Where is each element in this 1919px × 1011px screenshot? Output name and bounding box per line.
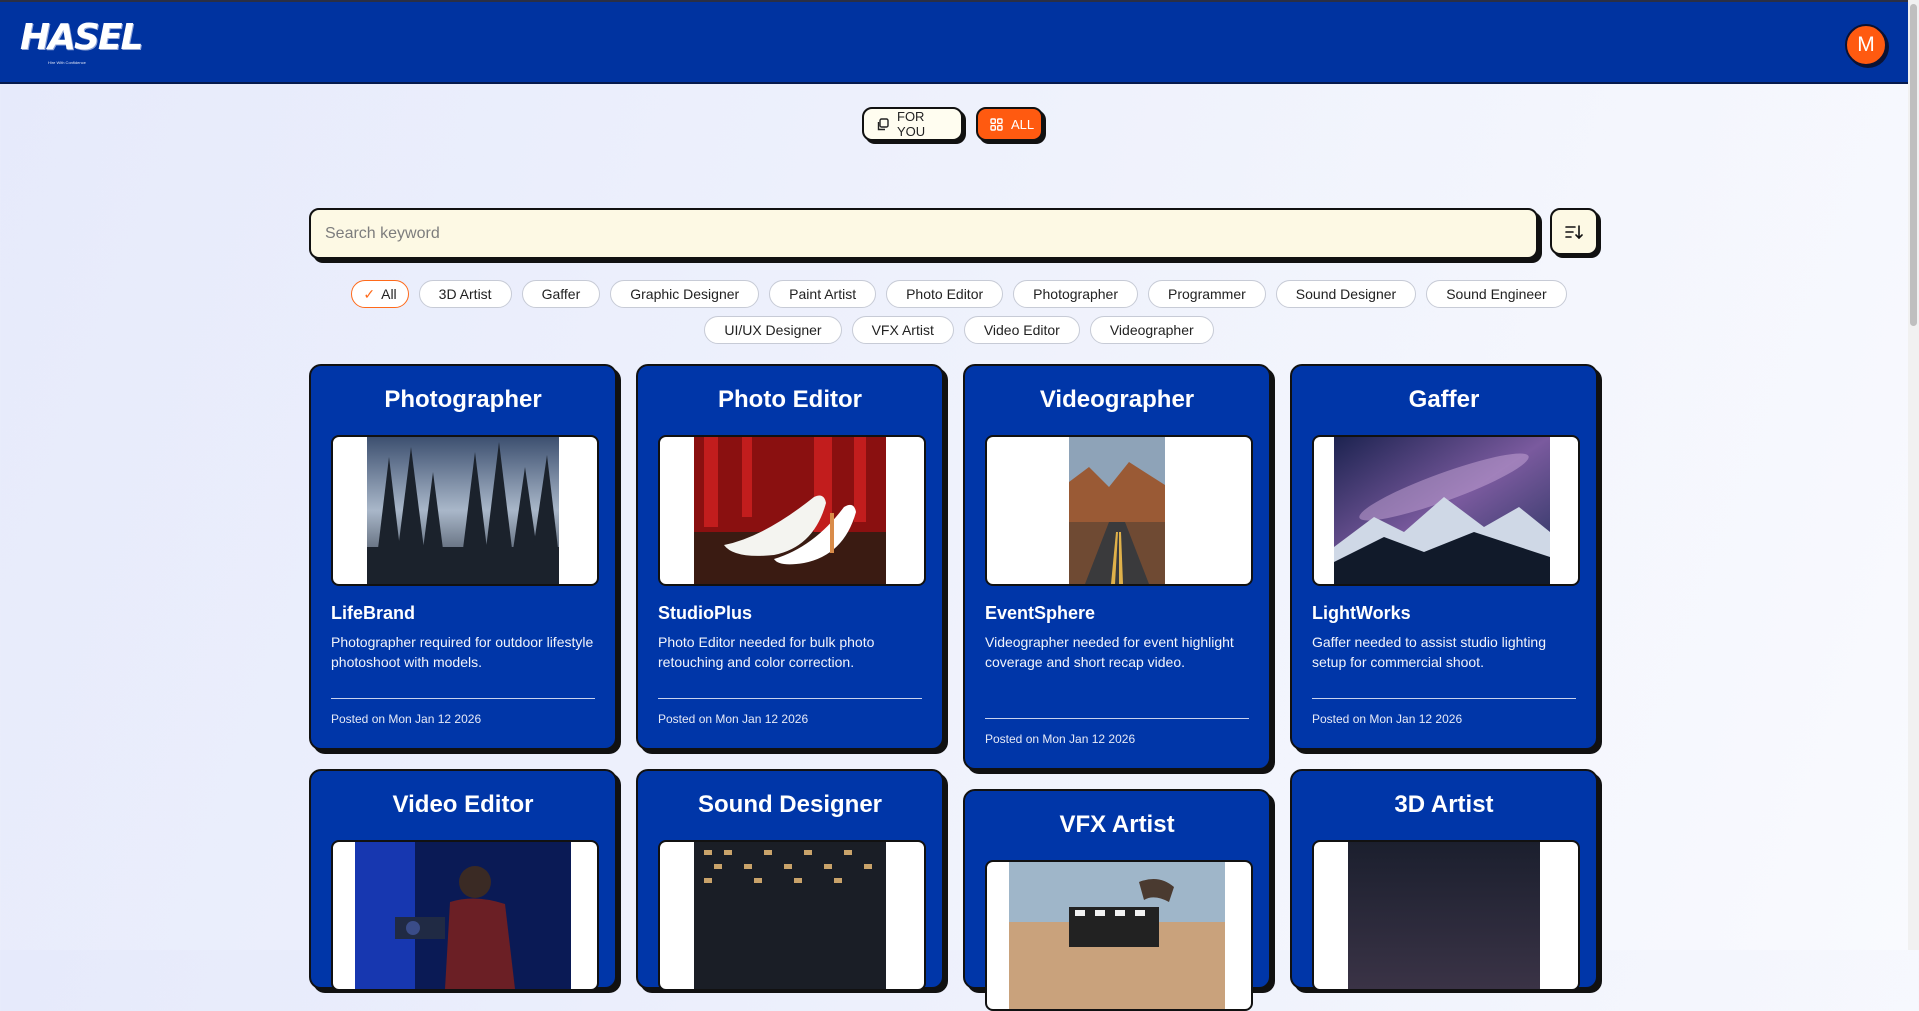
chip-gaffer[interactable]: Gaffer [521, 280, 601, 308]
job-role: 3D Artist [1394, 791, 1494, 818]
chip-paint-artist[interactable]: Paint Artist [769, 280, 877, 308]
job-role: Photo Editor [718, 386, 862, 413]
job-role: Sound Designer [697, 791, 883, 818]
job-card[interactable]: Photographer LifeBrand Photographer requ… [309, 364, 617, 750]
job-card[interactable]: Photo Editor StudioPlus Photo Editor nee… [636, 364, 944, 750]
company-name: LightWorks [1312, 603, 1411, 623]
chip-photographer[interactable]: Photographer [1013, 280, 1138, 308]
posted-date: Posted on Mon Jan 12 2026 [658, 712, 809, 726]
white-heels-photo [658, 435, 926, 586]
posted-date: Posted on Mon Jan 12 2026 [985, 732, 1136, 746]
all-label: ALL [1011, 116, 1035, 132]
chip-graphic-designer[interactable]: Graphic Designer [610, 280, 760, 308]
job-card[interactable]: Videographer EventSphere Videographer ne… [963, 364, 1271, 770]
chip-label: All [381, 286, 397, 302]
job-role: Videographer [1039, 386, 1195, 413]
night-sky-photo [1312, 840, 1580, 991]
desert-road-photo [985, 435, 1253, 586]
divider [985, 718, 1249, 719]
hasel-logo[interactable]: HASEL Hire With Confidence [20, 17, 143, 70]
forest-photo [331, 435, 599, 586]
job-card[interactable]: Video Editor [309, 769, 617, 991]
logo-tagline: Hire With Confidence [48, 60, 86, 65]
posted-date: Posted on Mon Jan 12 2026 [1312, 712, 1463, 726]
chip-videographer[interactable]: Videographer [1089, 316, 1214, 344]
sort-icon [1565, 224, 1583, 239]
posted-date: Posted on Mon Jan 12 2026 [331, 712, 482, 726]
chip-sound-designer[interactable]: Sound Designer [1275, 280, 1417, 308]
chip-ui-ux-designer[interactable]: UI/UX Designer [704, 316, 842, 344]
chip-3d-artist[interactable]: 3D Artist [418, 280, 512, 308]
company-name: StudioPlus [658, 603, 752, 623]
divider [658, 698, 922, 699]
category-filter-row: UI/UX Designer VFX Artist Video Editor V… [320, 316, 1598, 344]
job-description: Videographer needed for event highlight … [985, 634, 1234, 670]
job-description: Gaffer needed to assist studio lighting … [1312, 634, 1547, 670]
milky-way-mountains-photo [1312, 435, 1580, 586]
job-role: VFX Artist [1059, 811, 1175, 838]
company-name: LifeBrand [331, 603, 416, 623]
top-navigation-bar: HASEL Hire With Confidence M [0, 0, 1908, 84]
camera-operator-photo [331, 840, 599, 991]
sort-button[interactable] [1550, 208, 1598, 255]
user-avatar[interactable]: M [1845, 24, 1887, 66]
chip-programmer[interactable]: Programmer [1148, 280, 1266, 308]
job-role: Video Editor [392, 791, 534, 818]
for-you-label: FOR YOU [897, 109, 926, 139]
for-you-button[interactable]: FOR YOU [862, 107, 963, 141]
job-role: Gaffer [1408, 386, 1480, 413]
job-role: Photographer [384, 386, 542, 413]
company-name: EventSphere [985, 603, 1096, 623]
night-building-photo [658, 840, 926, 991]
category-filter-row: ✓ All 3D Artist Gaffer Graphic Designer … [320, 280, 1598, 308]
job-card[interactable]: VFX Artist [963, 789, 1271, 1011]
logo-wordmark: HASEL [20, 17, 143, 58]
divider [1312, 698, 1576, 699]
copy-icon [876, 117, 889, 131]
chip-video-editor[interactable]: Video Editor [963, 316, 1080, 344]
chip-all[interactable]: ✓ All [351, 280, 409, 308]
all-button[interactable]: ALL [976, 107, 1043, 141]
job-description: Photo Editor needed for bulk photo retou… [658, 634, 875, 670]
scrollbar-thumb[interactable] [1910, 4, 1917, 326]
grid-icon [990, 117, 1003, 131]
search-input[interactable] [309, 208, 1538, 259]
job-card[interactable]: Gaffer LightWorks Gaffer needed to assis… [1290, 364, 1598, 750]
divider [331, 698, 595, 699]
job-card[interactable]: 3D Artist [1290, 769, 1598, 991]
clapperboard-photo [985, 860, 1253, 1011]
chip-sound-engineer[interactable]: Sound Engineer [1426, 280, 1567, 308]
chip-vfx-artist[interactable]: VFX Artist [851, 316, 954, 344]
job-description: Photographer required for outdoor lifest… [331, 634, 594, 670]
check-icon: ✓ [363, 285, 376, 302]
job-card[interactable]: Sound Designer [636, 769, 944, 991]
chip-photo-editor[interactable]: Photo Editor [886, 280, 1004, 308]
page-scrollbar[interactable] [1908, 0, 1919, 950]
